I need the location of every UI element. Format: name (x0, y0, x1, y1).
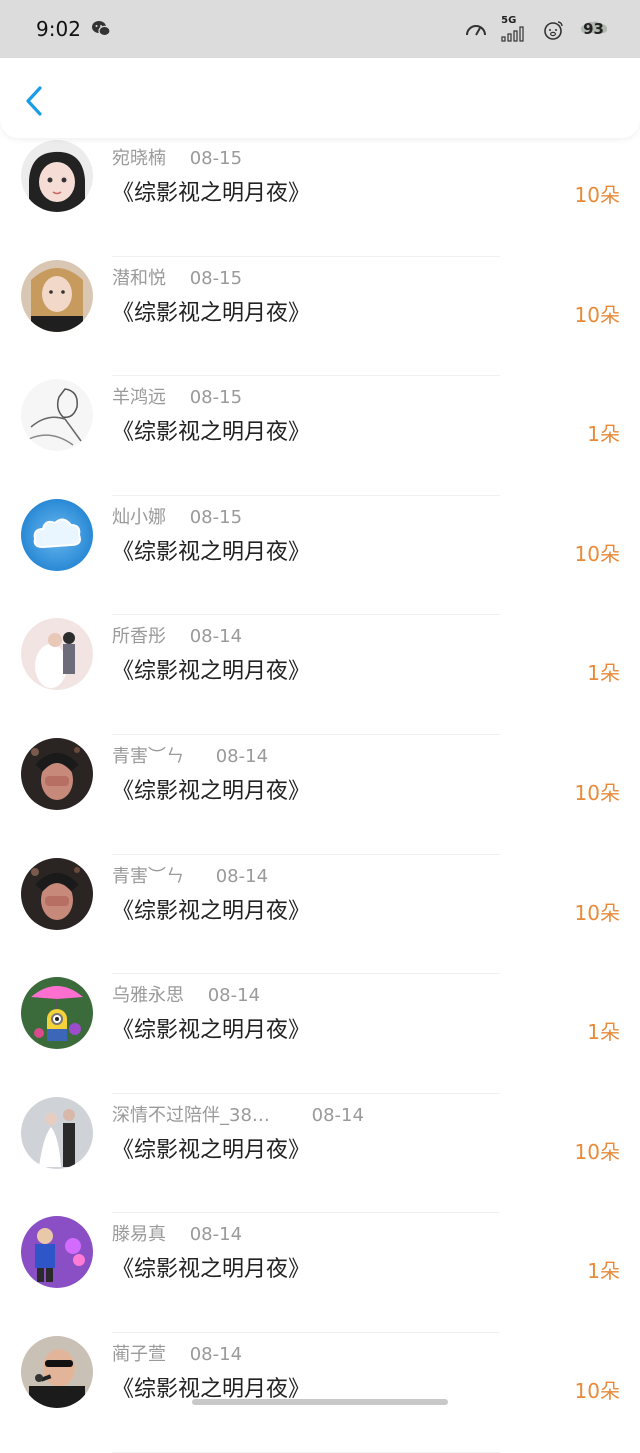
record-row[interactable]: 乌雅永思 08-14 《综影视之明月夜》 1朵 (0, 974, 640, 1094)
user-name: 灿小娜 (112, 506, 166, 528)
flower-amount: 10朵 (574, 780, 620, 805)
record-date: 08-14 (189, 1224, 243, 1246)
back-button[interactable] (20, 84, 50, 118)
book-title: 《综影视之明月夜》 (112, 539, 311, 565)
record-date: 08-15 (189, 267, 243, 289)
record-row[interactable]: 宛晓楠 08-15 《综影视之明月夜》 10朵 (0, 137, 640, 257)
record-row[interactable]: 羊鸿远 08-15 《综影视之明月夜》 1朵 (0, 376, 640, 496)
row-divider (112, 1451, 500, 1453)
record-meta: 深情不过陪伴_38… 08-14 (112, 1101, 364, 1127)
speed-gauge-icon (465, 20, 487, 38)
record-meta: 乌雅永思 08-14 (112, 981, 260, 1007)
user-name: 潜和悦 (112, 267, 166, 289)
nav-bar (0, 58, 640, 138)
avatar-minion[interactable] (21, 977, 93, 1050)
book-title: 《综影视之明月夜》 (112, 181, 311, 206)
record-row[interactable]: 滕易真 08-14 《综影视之明月夜》 1朵 (0, 1213, 640, 1333)
book-title: 《综影视之明月夜》 (112, 1137, 311, 1163)
record-date: 08-15 (189, 506, 243, 528)
record-meta: 所香彤 08-14 (112, 622, 242, 648)
home-indicator (192, 1399, 448, 1405)
record-date: 08-15 (189, 387, 243, 409)
record-date: 08-14 (215, 865, 269, 887)
user-name: 青害︶ㄣ (112, 745, 184, 767)
record-meta: 潜和悦 08-15 (112, 264, 242, 290)
avatar-anime-girl[interactable] (21, 140, 93, 212)
avatar-man-singing[interactable] (21, 1335, 93, 1408)
book-title: 《综影视之明月夜》 (112, 420, 311, 446)
user-name: 乌雅永思 (112, 985, 184, 1007)
record-meta: 灿小娜 08-15 (112, 503, 242, 529)
book-title: 《综影视之明月夜》 (112, 659, 311, 685)
network-label: 5G (501, 15, 517, 26)
avatar-wedding-couple[interactable] (21, 1096, 93, 1169)
user-name: 羊鸿远 (112, 387, 166, 409)
user-name: 所香彤 (112, 626, 166, 648)
record-meta: 青害︶ㄣ 08-14 (112, 862, 268, 888)
signal-5g-icon: 5G (501, 16, 527, 42)
user-name: 蔺子萱 (112, 1343, 166, 1365)
flower-amount: 10朵 (574, 183, 620, 207)
record-date: 08-15 (189, 148, 243, 169)
avatar-selfie-girl[interactable] (21, 259, 93, 332)
record-date: 08-14 (189, 1343, 243, 1365)
user-name: 青害︶ㄣ (112, 865, 184, 887)
record-row[interactable]: 青害︶ㄣ 08-14 《综影视之明月夜》 10朵 (0, 855, 640, 975)
pig-wifi-icon (541, 18, 565, 40)
record-row[interactable]: 深情不过陪伴_38… 08-14 《综影视之明月夜》 10朵 (0, 1094, 640, 1214)
book-title: 《综影视之明月夜》 (112, 778, 311, 804)
status-time: 9:02 (36, 17, 81, 41)
wechat-icon (91, 20, 111, 38)
record-date: 08-14 (207, 985, 261, 1007)
record-meta: 青害︶ㄣ 08-14 (112, 742, 268, 768)
book-title: 《综影视之明月夜》 (112, 898, 311, 924)
record-meta: 羊鸿远 08-15 (112, 383, 242, 409)
flower-amount: 1朵 (587, 1259, 620, 1284)
avatar-cloud[interactable] (21, 498, 93, 571)
avatar-wedding-pink[interactable] (21, 618, 93, 691)
avatar-kid-purple[interactable] (21, 1216, 93, 1289)
book-title: 《综影视之明月夜》 (112, 300, 311, 326)
avatar-sketch-couple[interactable] (21, 379, 93, 452)
avatar-dark-photo[interactable] (21, 737, 93, 810)
battery-level: 93 (583, 20, 604, 38)
record-row[interactable]: 灿小娜 08-15 《综影视之明月夜》 10朵 (0, 496, 640, 616)
flower-amount: 10朵 (574, 1139, 620, 1164)
record-date: 08-14 (215, 745, 269, 767)
flower-amount: 1朵 (587, 661, 620, 686)
book-title: 《综影视之明月夜》 (112, 1257, 311, 1283)
flower-amount: 10朵 (574, 302, 620, 327)
user-name: 宛晓楠 (112, 148, 166, 169)
gift-record-list: 宛晓楠 08-15 《综影视之明月夜》 10朵 潜和悦 08-15 《综影视之明… (0, 137, 640, 1453)
record-row[interactable]: 所香彤 08-14 《综影视之明月夜》 1朵 (0, 615, 640, 735)
status-bar: 9:02 5G 93 (0, 0, 640, 58)
flower-amount: 10朵 (574, 1378, 620, 1403)
record-date: 08-14 (311, 1104, 364, 1126)
avatar-dark-photo[interactable] (21, 857, 93, 930)
battery-icon: 93 (579, 19, 608, 39)
record-row[interactable]: 蔺子萱 08-14 《综影视之明月夜》 10朵 (0, 1333, 640, 1453)
record-meta: 滕易真 08-14 (112, 1220, 242, 1246)
record-date: 08-14 (189, 626, 243, 648)
user-name: 滕易真 (112, 1224, 166, 1246)
record-meta: 蔺子萱 08-14 (112, 1340, 242, 1366)
record-meta: 宛晓楠 08-15 (112, 144, 242, 170)
record-row[interactable]: 青害︶ㄣ 08-14 《综影视之明月夜》 10朵 (0, 735, 640, 855)
flower-amount: 10朵 (574, 900, 620, 925)
flower-amount: 1朵 (587, 422, 620, 447)
flower-amount: 10朵 (574, 541, 620, 566)
user-name: 深情不过陪伴_38… (112, 1104, 270, 1126)
book-title: 《综影视之明月夜》 (112, 1018, 311, 1044)
record-row[interactable]: 潜和悦 08-15 《综影视之明月夜》 10朵 (0, 257, 640, 377)
flower-amount: 1朵 (587, 1020, 620, 1045)
chevron-left-icon (26, 86, 42, 116)
